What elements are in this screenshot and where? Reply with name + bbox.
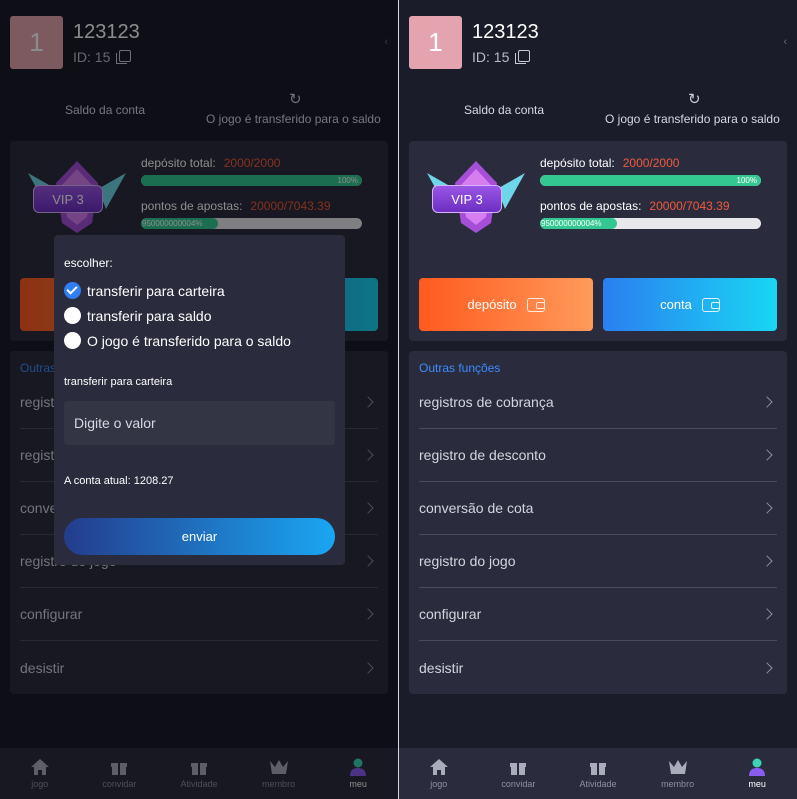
menu-item-label: registro de desconto xyxy=(419,447,546,463)
menu-item[interactable]: registros de cobrança xyxy=(419,376,777,429)
tab-convidar[interactable]: convidar xyxy=(479,748,559,799)
bets-value: 20000/7043.39 xyxy=(649,199,730,213)
option-label: transferir para saldo xyxy=(87,307,212,324)
wallet-icon xyxy=(701,297,720,312)
bets-stat: pontos de apostas: 20000/7043.39 xyxy=(540,199,730,213)
chevron-right-icon xyxy=(761,555,773,567)
menu-item-label: configurar xyxy=(419,606,482,622)
saldo-label: Saldo da conta xyxy=(464,103,545,117)
radio-icon[interactable] xyxy=(64,307,81,324)
option-game-to-saldo[interactable]: O jogo é transferido para o saldo xyxy=(64,332,291,349)
tab-atividade[interactable]: Atividade xyxy=(558,748,638,799)
tab-label: membro xyxy=(661,779,695,789)
dialog-title: escolher: xyxy=(64,256,113,270)
deposit-progress-text: 100% xyxy=(736,176,757,185)
vip-level: VIP 3 xyxy=(432,185,502,213)
chevron-right-icon xyxy=(761,396,773,408)
amount-input[interactable] xyxy=(64,401,335,445)
right-screen: 1 123123 ID: 15 ‹ Saldo da conta ↻ O jog… xyxy=(399,0,797,799)
option-label: O jogo é transferido para o saldo xyxy=(87,332,291,349)
menu-item[interactable]: desistir xyxy=(419,641,777,694)
transfer-dialog: escolher: transferir para carteira trans… xyxy=(54,235,345,565)
user-id: ID: 15 xyxy=(472,49,531,65)
tab-label: meu xyxy=(748,779,766,789)
username: 123123 xyxy=(472,21,539,43)
home-icon xyxy=(429,759,448,775)
menu-title: Outras funções xyxy=(419,361,501,375)
tab-meu[interactable]: meu xyxy=(717,748,797,799)
menu-item-label: desistir xyxy=(419,659,464,676)
tab-label: Atividade xyxy=(579,779,617,789)
tab-bar: jogo convidar Atividade membro meu xyxy=(399,748,797,799)
screenshot-root: 1 123123 ID: 15 ‹ Saldo da conta ↻ O jog… xyxy=(0,0,797,799)
menu-item[interactable]: registro do jogo xyxy=(419,535,777,588)
chevron-right-icon xyxy=(761,449,773,461)
left-screen: 1 123123 ID: 15 ‹ Saldo da conta ↻ O jog… xyxy=(0,0,398,799)
current-balance: A conta atual: 1208.27 xyxy=(64,475,174,487)
submit-button[interactable]: enviar xyxy=(64,518,335,555)
menu-item[interactable]: configurar xyxy=(419,588,777,641)
deposit-button[interactable]: depósito xyxy=(419,278,593,331)
menu-item-label: registro do jogo xyxy=(419,553,516,569)
menu-item[interactable]: conversão de cota xyxy=(419,482,777,535)
radio-checked-icon[interactable] xyxy=(64,282,81,299)
menu-card: Outras funções registros de cobrança reg… xyxy=(409,351,787,694)
menu-item-label: registros de cobrança xyxy=(419,394,554,410)
menu-item-label: conversão de cota xyxy=(419,500,534,516)
tab-label: jogo xyxy=(430,779,448,789)
account-button[interactable]: conta xyxy=(603,278,777,331)
gift-icon xyxy=(589,763,606,775)
deposit-progress-fill xyxy=(540,175,761,186)
avatar: 1 xyxy=(409,16,462,69)
chevron-right-icon xyxy=(761,661,773,674)
chevron-right-icon xyxy=(761,502,773,514)
account-button-label: conta xyxy=(660,297,692,312)
tab-jogo[interactable]: jogo xyxy=(399,748,479,799)
deposit-label: depósito total: xyxy=(540,156,615,170)
crown-icon xyxy=(668,760,687,774)
deposit-stat: depósito total: 2000/2000 xyxy=(540,156,679,170)
vip-card: VIP 3 depósito total: 2000/2000 100% pont… xyxy=(409,141,787,341)
option-wallet[interactable]: transferir para carteira xyxy=(64,282,225,299)
option-label: transferir para carteira xyxy=(87,282,225,299)
gift-icon xyxy=(510,763,527,775)
deposit-value: 2000/2000 xyxy=(622,156,680,170)
user-icon xyxy=(749,758,766,776)
transfer-label[interactable]: O jogo é transferido para o saldo xyxy=(605,112,780,126)
chevron-right-icon xyxy=(761,608,773,620)
deposit-progress: 100% xyxy=(540,175,761,186)
copy-icon[interactable] xyxy=(515,50,531,64)
option-saldo[interactable]: transferir para saldo xyxy=(64,307,212,324)
menu-item[interactable]: registro de desconto xyxy=(419,429,777,482)
refresh-icon[interactable]: ↻ xyxy=(688,90,701,108)
wallet-icon xyxy=(526,297,545,312)
bets-progress-text: 950000000004% xyxy=(541,219,602,228)
dialog-subtitle: transferir para carteira xyxy=(64,376,173,388)
chevron-left-icon[interactable]: ‹ xyxy=(783,36,787,48)
tab-label: convidar xyxy=(501,779,536,789)
deposit-button-label: depósito xyxy=(467,297,517,312)
bets-label: pontos de apostas: xyxy=(540,199,642,213)
user-id-text: ID: 15 xyxy=(472,49,510,65)
radio-icon[interactable] xyxy=(64,332,81,349)
tab-membro[interactable]: membro xyxy=(638,748,718,799)
bets-progress: 950000000004% xyxy=(540,218,761,229)
